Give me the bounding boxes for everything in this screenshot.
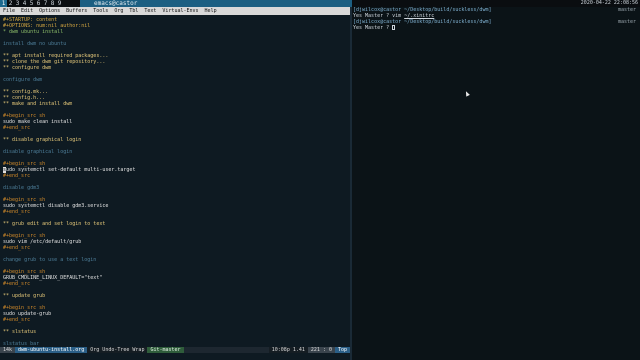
- menu-org[interactable]: Org: [114, 7, 123, 15]
- desktop: 123456789 emacs@castor 2020-04-22 22:08:…: [0, 0, 640, 360]
- menu-buffers[interactable]: Buffers: [66, 7, 87, 15]
- menu-file[interactable]: File: [3, 7, 15, 15]
- terminal-cursor: [392, 25, 396, 30]
- workspace-tag-4[interactable]: 4: [21, 0, 28, 7]
- workspace-tag-6[interactable]: 6: [35, 0, 42, 7]
- window-title: emacs@castor: [80, 0, 352, 7]
- shell-input: Yes Master ?: [353, 25, 393, 31]
- minibuffer[interactable]: [0, 353, 350, 360]
- workspace-tag-5[interactable]: 5: [28, 0, 35, 7]
- workspace-tag-7[interactable]: 7: [42, 0, 49, 7]
- workspace-tags: 123456789: [0, 0, 63, 7]
- terminal-window[interactable]: [djwilcox@castor ~/Desktop/build/suckles…: [352, 7, 640, 360]
- org-buffer[interactable]: #+STARTUP: content #+OPTIONS: num:nil aut…: [3, 17, 347, 351]
- workspace-tag-3[interactable]: 3: [14, 0, 21, 7]
- menu-tools[interactable]: Tools: [93, 7, 108, 15]
- workspace-tag-8[interactable]: 8: [49, 0, 56, 7]
- workspace-tag-9[interactable]: 9: [56, 0, 63, 7]
- menu-tbl[interactable]: Tbl: [129, 7, 138, 15]
- emacs-window[interactable]: File Edit Options Buffers Tools Org Tbl Text Vir…: [0, 7, 350, 360]
- terminal-line: Yes Master ?: [352, 25, 640, 31]
- menu-virtual-envs[interactable]: Virtual-Envs: [162, 7, 198, 15]
- menu-help[interactable]: Help: [205, 7, 217, 15]
- workspace-tag-2[interactable]: 2: [7, 0, 14, 7]
- menu-text[interactable]: Text: [144, 7, 156, 15]
- clock: 2020-04-22 22:08:56: [580, 0, 638, 6]
- menu-options[interactable]: Options: [39, 7, 60, 15]
- top-bar: 123456789 emacs@castor 2020-04-22 22:08:…: [0, 0, 640, 7]
- menu-edit[interactable]: Edit: [21, 7, 33, 15]
- workspace-tag-1[interactable]: 1: [0, 0, 7, 7]
- emacs-menu-bar: File Edit Options Buffers Tools Org Tbl Text Vir…: [0, 7, 350, 15]
